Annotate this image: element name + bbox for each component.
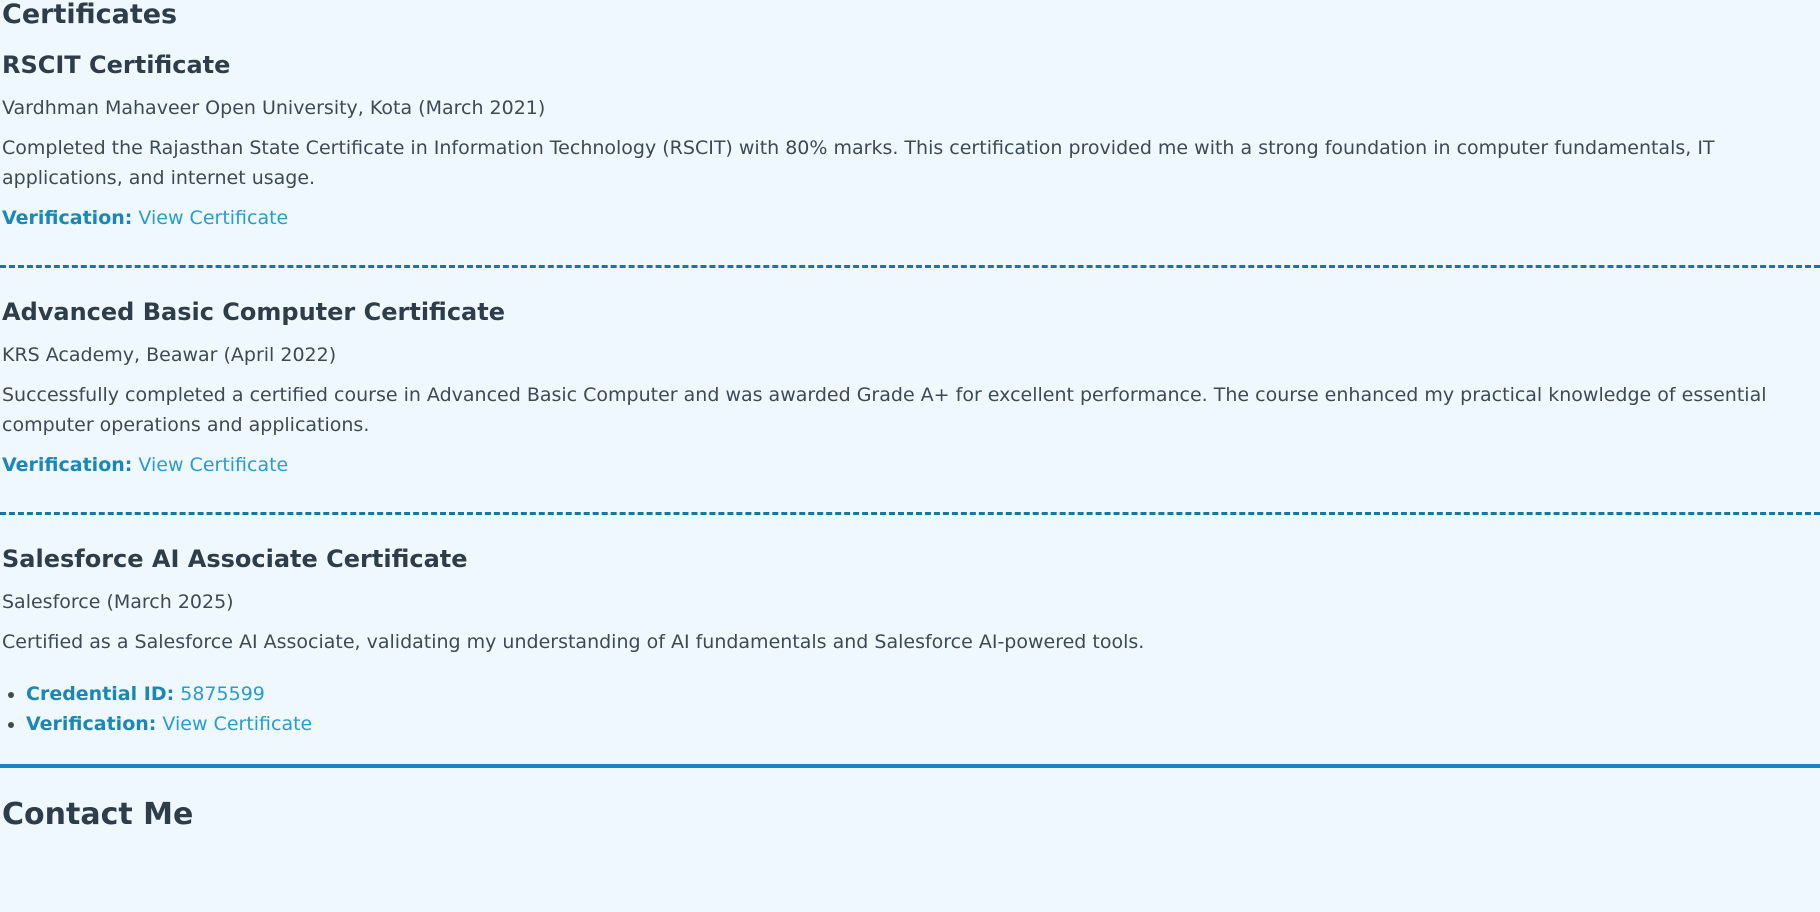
certificates-heading: Certificates — [2, 0, 178, 30]
certificate-description: Certified as a Salesforce AI Associate, … — [2, 631, 1145, 653]
certificate-org: Vardhman Mahaveer Open University, Kota … — [2, 97, 546, 119]
certificate-org: Salesforce (March 2025) — [2, 591, 234, 613]
certificate-verification: Verification: View Certificate — [2, 205, 1818, 231]
credential-id-value: 5875599 — [180, 683, 265, 705]
section-divider-solid — [0, 764, 1820, 768]
section-divider — [0, 512, 1820, 515]
certificate-title: Salesforce AI Associate Certificate — [2, 545, 468, 573]
section-divider — [0, 265, 1820, 268]
page: Certificates RSCIT Certificate Vardhman … — [0, 0, 1820, 912]
verification-label: Verification: — [26, 713, 157, 735]
view-certificate-link[interactable]: View Certificate — [138, 454, 288, 476]
credential-id-item: Credential ID: 5875599 — [26, 679, 1818, 709]
certificate-org: KRS Academy, Beawar (April 2022) — [2, 344, 337, 366]
view-certificate-link[interactable]: View Certificate — [162, 713, 312, 735]
credential-id-label: Credential ID: — [26, 683, 175, 705]
certificate-salesforce-ai-associate: Salesforce AI Associate Certificate Sale… — [2, 544, 1818, 739]
credential-list: Credential ID: 5875599 Verification: Vie… — [2, 679, 1818, 739]
certificate-advanced-basic-computer: Advanced Basic Computer Certificate KRS … — [2, 297, 1818, 478]
certificate-rscit: RSCIT Certificate Vardhman Mahaveer Open… — [2, 50, 1818, 231]
view-certificate-link[interactable]: View Certificate — [138, 207, 288, 229]
verification-item: Verification: View Certificate — [26, 709, 1818, 739]
verification-label: Verification: — [2, 207, 133, 229]
certificate-description: Successfully completed a certified cours… — [2, 384, 1767, 436]
certificate-description: Completed the Rajasthan State Certificat… — [2, 137, 1715, 189]
certificate-title: RSCIT Certificate — [2, 51, 231, 79]
certificate-verification: Verification: View Certificate — [2, 452, 1818, 478]
verification-label: Verification: — [2, 454, 133, 476]
contact-heading: Contact Me — [2, 797, 194, 832]
certificate-title: Advanced Basic Computer Certificate — [2, 298, 506, 326]
